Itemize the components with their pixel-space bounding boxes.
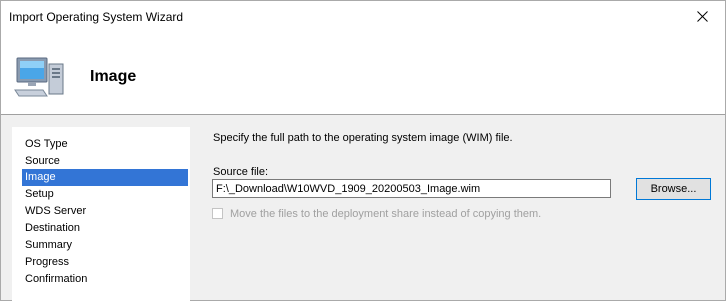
step-source: Source — [25, 155, 60, 167]
step-destination: Destination — [25, 222, 81, 234]
browse-button-label: Browse... — [650, 183, 697, 195]
window-title: Import Operating System Wizard — [9, 10, 184, 24]
move-files-checkbox — [212, 208, 223, 219]
close-button[interactable] — [679, 1, 725, 31]
wizard-window: Import Operating System Wizard Image OS … — [0, 0, 726, 302]
computer-icon — [14, 57, 64, 97]
instruction-text: Specify the full path to the operating s… — [213, 132, 513, 144]
move-files-option: Move the files to the deployment share i… — [212, 206, 541, 221]
page-header: Image — [1, 32, 725, 115]
close-icon — [696, 10, 708, 22]
wizard-step-list: OS Type Source Image Setup WDS Server De… — [12, 127, 190, 302]
source-file-label: Source file: — [213, 166, 269, 178]
step-confirmation: Confirmation — [25, 273, 88, 285]
page-title: Image — [90, 68, 137, 85]
step-progress: Progress — [25, 256, 70, 268]
step-setup: Setup — [25, 188, 54, 200]
source-file-input[interactable] — [212, 179, 611, 198]
step-wds-server: WDS Server — [25, 205, 87, 217]
step-summary: Summary — [25, 239, 73, 251]
step-os-type: OS Type — [25, 138, 68, 150]
step-image: Image — [22, 169, 188, 186]
browse-button[interactable]: Browse... — [636, 178, 711, 200]
title-bar: Import Operating System Wizard — [1, 1, 725, 32]
move-files-label: Move the files to the deployment share i… — [230, 207, 542, 220]
